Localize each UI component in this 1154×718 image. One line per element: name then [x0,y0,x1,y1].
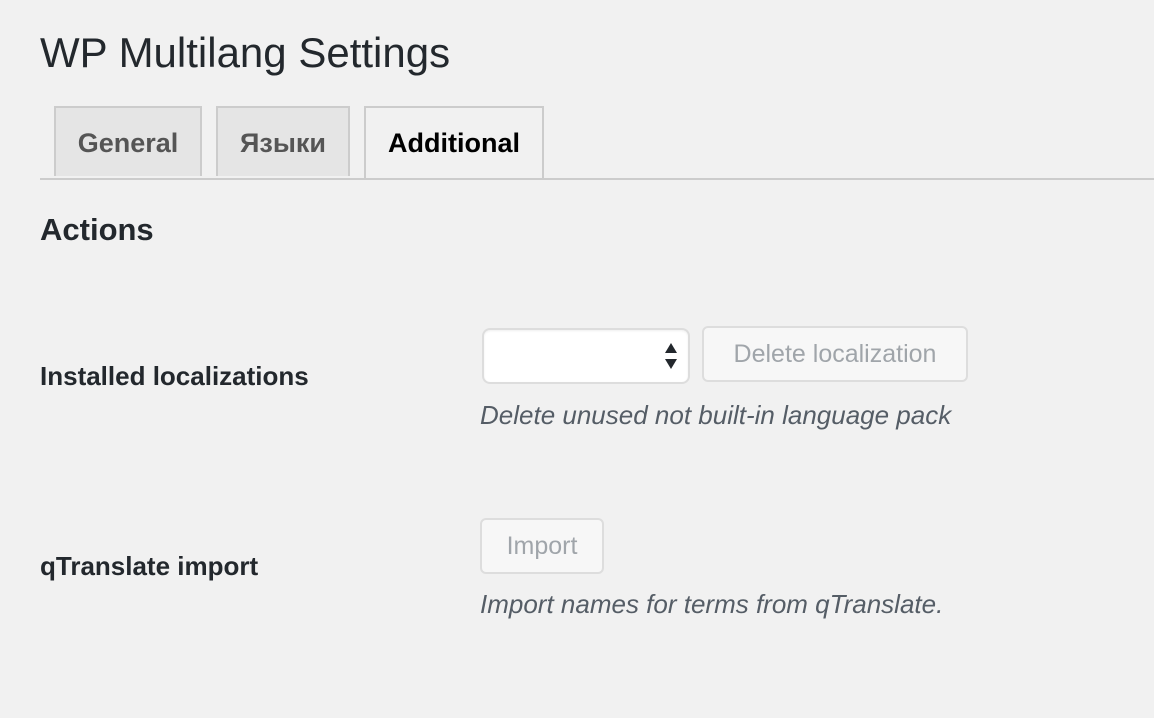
tab-general[interactable]: General [54,106,202,176]
delete-localization-button[interactable]: Delete localization [702,326,968,382]
nav-tab-wrapper: General Языки Additional [40,106,1154,180]
page-title: WP Multilang Settings [40,29,451,76]
settings-page: WP Multilang Settings General Языки Addi… [40,0,1154,718]
tab-additional[interactable]: Additional [364,106,544,178]
import-button[interactable]: Import [480,518,604,574]
tab-languages[interactable]: Языки [216,106,350,176]
localization-select[interactable] [482,328,690,384]
qtranslate-import-label: qTranslate import [40,551,259,581]
section-title-actions: Actions [40,212,154,247]
up-down-arrows-icon [665,343,677,369]
installed-localizations-label: Installed localizations [40,361,309,391]
qtranslate-import-description: Import names for terms from qTranslate. [480,589,944,619]
delete-localization-description: Delete unused not built-in language pack [480,400,952,430]
